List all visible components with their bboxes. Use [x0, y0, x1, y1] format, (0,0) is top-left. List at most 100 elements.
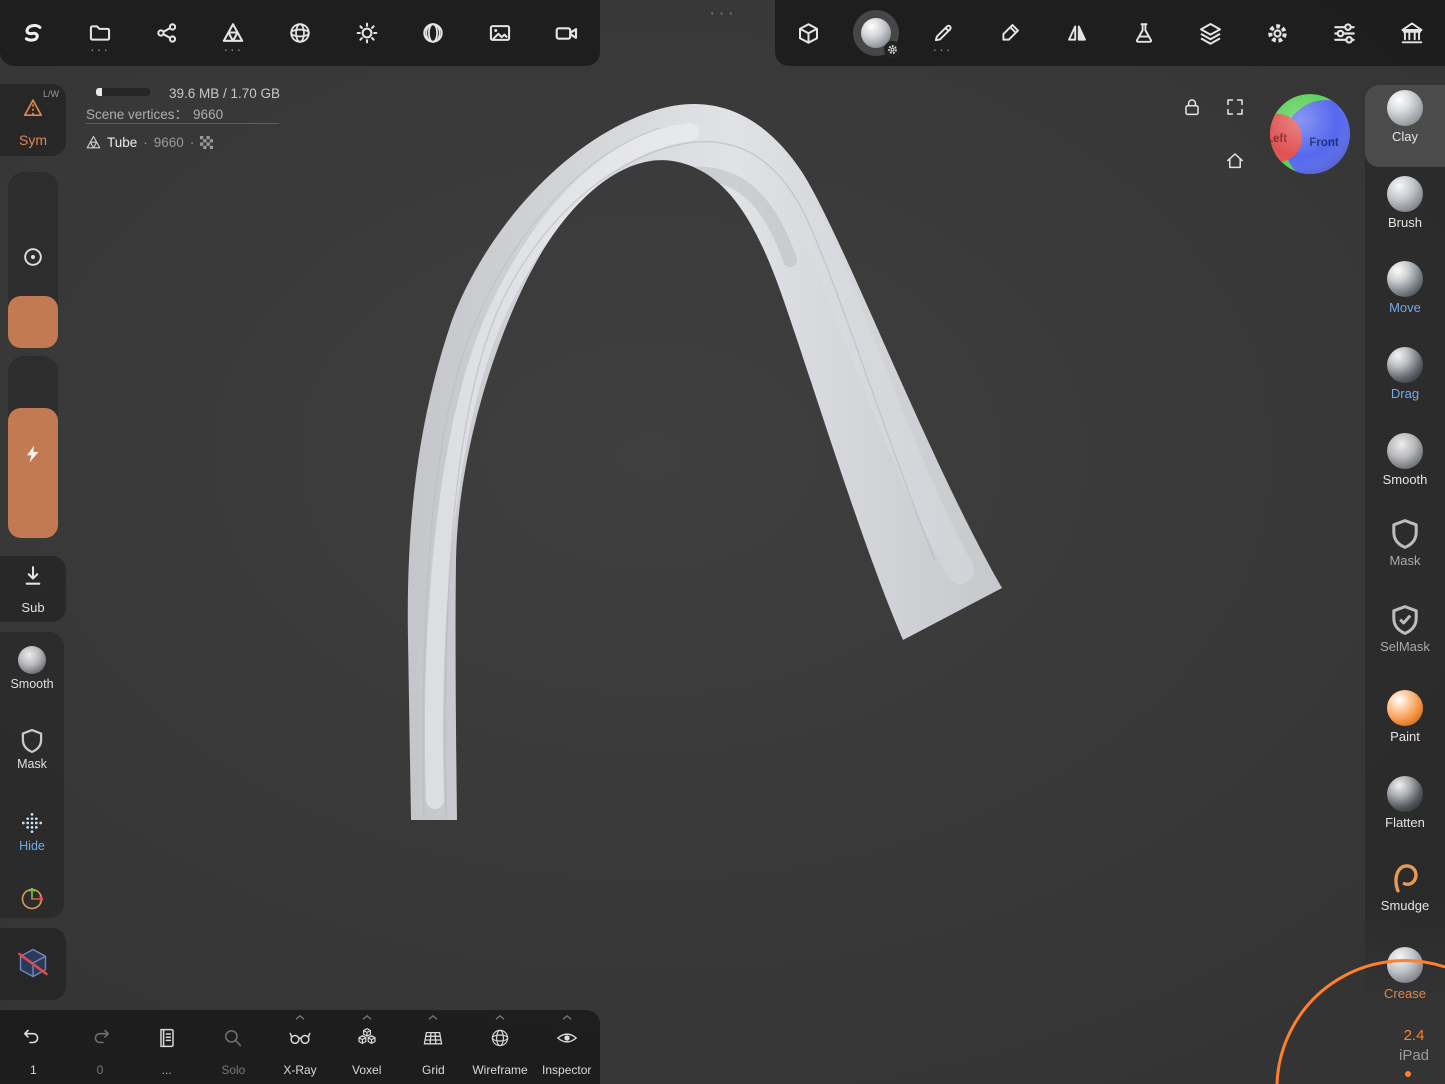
tool-brush[interactable]: Brush	[1365, 171, 1445, 253]
tool-crease[interactable]: Crease	[1365, 942, 1445, 1010]
hide-dots-icon	[19, 810, 45, 836]
version-badge: 2.4 iPad	[1386, 1027, 1442, 1064]
memory-usage-bar	[96, 88, 150, 96]
left-quick-tools: Smooth Mask Hide	[0, 632, 64, 918]
topology-button[interactable]: ···	[200, 0, 267, 66]
quick-hide-button[interactable]: Hide	[0, 810, 64, 853]
redo-button[interactable]: 0	[67, 1010, 134, 1084]
multitask-handle[interactable]: ···	[699, 4, 747, 23]
device-name: iPad	[1386, 1047, 1442, 1064]
matcap-sphere-icon	[422, 22, 444, 44]
glasses-icon	[288, 1026, 312, 1050]
background-button[interactable]	[467, 0, 534, 66]
gallery-button[interactable]	[1378, 0, 1445, 66]
expand-caret-icon	[295, 1015, 305, 1020]
strength-slider[interactable]	[8, 356, 58, 538]
stroke-button[interactable]: ···	[909, 0, 976, 66]
wireframe-button[interactable]: Wireframe	[467, 1010, 534, 1084]
settings-button[interactable]	[1244, 0, 1311, 66]
notebook-icon	[155, 1026, 179, 1050]
grid-button[interactable]: Grid	[400, 1010, 467, 1084]
interface-button[interactable]	[1311, 0, 1378, 66]
scene-graph-button[interactable]	[133, 0, 200, 66]
history-button[interactable]: ...	[133, 1010, 200, 1084]
gizmo-tool-button[interactable]	[0, 884, 64, 914]
tool-label: Paint	[1390, 730, 1420, 743]
memory-usage-fill	[96, 88, 102, 96]
orientation-gizmo[interactable]: Front Left	[1268, 92, 1352, 176]
app-menu-button[interactable]	[0, 0, 67, 66]
reset-view-button[interactable]	[1225, 151, 1245, 171]
tool-smooth[interactable]: Smooth	[1365, 428, 1445, 510]
sub-button[interactable]: Sub	[0, 556, 66, 622]
active-tool-button[interactable]	[842, 0, 909, 66]
smooth-rock-icon	[18, 646, 46, 674]
tool-label: Flatten	[1385, 816, 1425, 829]
selmask-shield-icon	[1389, 604, 1421, 636]
material-button[interactable]	[400, 0, 467, 66]
fullscreen-icon	[1225, 97, 1245, 117]
tool-smudge[interactable]: Smudge	[1365, 856, 1445, 938]
bounding-box-toggle[interactable]	[0, 928, 66, 1000]
transform-gizmo-button[interactable]	[775, 0, 842, 66]
symmetry-button[interactable]	[1043, 0, 1110, 66]
video-camera-icon	[555, 22, 578, 45]
voxel-button[interactable]: Voxel	[333, 1010, 400, 1084]
sun-icon	[356, 22, 378, 44]
tool-mask[interactable]: Mask	[1365, 513, 1445, 595]
scene-vertices-value: 9660	[193, 107, 223, 122]
xray-button[interactable]: X-Ray	[267, 1010, 334, 1084]
flatten-sphere-icon	[1387, 776, 1423, 812]
tool-label: Mask	[1389, 554, 1420, 567]
tool-flatten[interactable]: Flatten	[1365, 771, 1445, 853]
quick-smooth-button[interactable]: Smooth	[0, 646, 64, 691]
tool-label: Drag	[1391, 387, 1419, 400]
lab-button[interactable]	[1110, 0, 1177, 66]
subdivision-button[interactable]	[267, 0, 334, 66]
home-icon	[1225, 151, 1245, 171]
inspector-button[interactable]: Inspector	[533, 1010, 600, 1084]
tool-drag[interactable]: Drag	[1365, 342, 1445, 424]
voxel-label: Voxel	[333, 1063, 400, 1077]
strength-slider-fill[interactable]	[8, 408, 58, 538]
files-button[interactable]: ···	[67, 0, 134, 66]
sliders-icon	[1333, 22, 1356, 45]
tool-settings-badge[interactable]	[884, 41, 901, 58]
layers-button[interactable]	[1177, 0, 1244, 66]
tool-paint[interactable]: Paint	[1365, 685, 1445, 767]
quick-mask-button[interactable]: Mask	[0, 728, 64, 771]
undo-arrow-icon	[21, 1026, 45, 1050]
camera-button[interactable]	[533, 0, 600, 66]
gizmo-axes-icon	[17, 884, 47, 914]
tool-label: SelMask	[1380, 640, 1430, 653]
lighting-button[interactable]	[333, 0, 400, 66]
sym-mode-label: L/W	[43, 89, 59, 99]
tool-rail: Clay Brush Move Drag Smooth Mask SelMask…	[1365, 85, 1445, 1010]
undo-button[interactable]: 1	[0, 1010, 67, 1084]
xray-label: X-Ray	[267, 1063, 334, 1077]
lock-view-button[interactable]	[1182, 97, 1202, 117]
radius-slider-fill[interactable]	[8, 296, 58, 348]
tool-selmask[interactable]: SelMask	[1365, 599, 1445, 681]
tool-label: Clay	[1392, 130, 1418, 143]
sub-arrow-icon	[22, 565, 44, 587]
gear-badge-icon	[887, 44, 898, 55]
expand-caret-icon	[362, 1015, 372, 1020]
tube-model[interactable]	[408, 104, 1002, 820]
selected-object-row[interactable]: Tube · 9660 ·	[86, 135, 213, 150]
tool-label: Smooth	[1383, 473, 1428, 486]
symmetry-toggle[interactable]: L/W Sym	[0, 84, 66, 156]
expand-caret-icon	[562, 1015, 572, 1020]
tool-clay[interactable]: Clay	[1365, 85, 1445, 167]
paint-sphere-icon	[1387, 690, 1423, 726]
solo-button[interactable]: Solo	[200, 1010, 267, 1084]
crease-sphere-icon	[1387, 947, 1423, 983]
radius-slider[interactable]	[8, 172, 58, 348]
magnifier-icon	[221, 1026, 245, 1050]
fullscreen-button[interactable]	[1225, 97, 1245, 117]
quick-smooth-label: Smooth	[10, 677, 53, 691]
gear-icon	[1266, 22, 1289, 45]
quick-hide-label: Hide	[19, 839, 45, 853]
tool-move[interactable]: Move	[1365, 256, 1445, 338]
paint-tool-button[interactable]	[976, 0, 1043, 66]
